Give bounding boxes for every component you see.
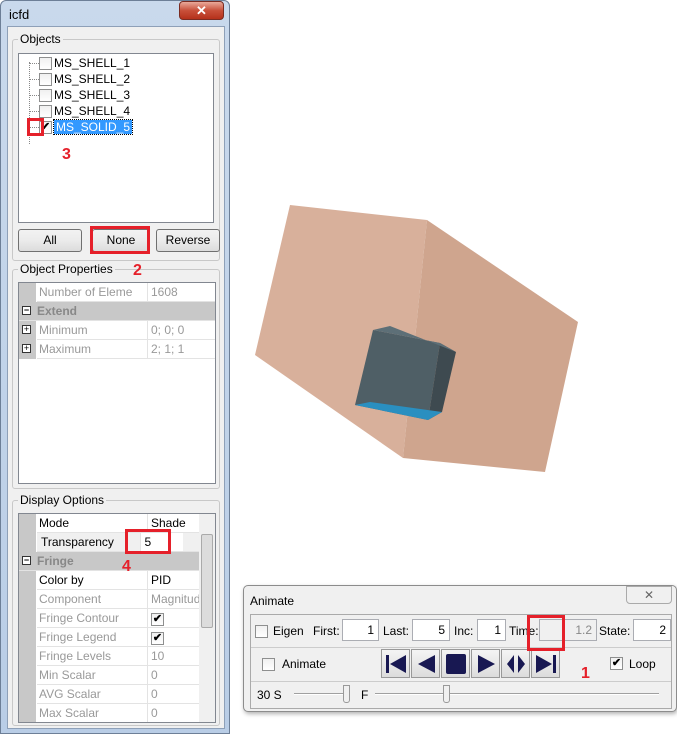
property-row[interactable]: Fringe Contour ✔ (37, 609, 215, 628)
f-label: F (361, 688, 369, 702)
animate-dialog: Animate ✕ Eigen First: 1 Last: 5 Inc: 1 … (243, 585, 677, 712)
speed-slider-thumb[interactable] (343, 685, 350, 703)
property-grid[interactable]: Number of Eleme 1608 − Extend + Minimum 0; 0… (18, 282, 216, 484)
inc-input[interactable]: 1 (477, 619, 506, 641)
display-options-label: Display Options (18, 493, 107, 507)
annotation-box (527, 615, 565, 651)
display-options-group: Display Options ModeShade Transparency5▲… (12, 493, 220, 726)
checkbox[interactable] (39, 56, 52, 70)
annotation-number: 3 (62, 146, 71, 163)
play-backward-button[interactable] (411, 649, 440, 678)
objects-label: Objects (18, 32, 63, 46)
close-button[interactable]: ✕ (626, 586, 672, 604)
collapse-icon: − (22, 305, 31, 315)
play-backward-icon (417, 654, 435, 673)
property-row[interactable]: Component Magnitude (37, 590, 215, 609)
3d-viewport[interactable] (230, 0, 677, 580)
property-row[interactable]: AVG Scalar 0 (37, 685, 215, 704)
item-label: MS_SHELL_2 (54, 72, 131, 86)
property-row[interactable]: Max Scalar 0 (37, 704, 215, 722)
annotation-number: 4 (122, 558, 131, 575)
tree-item[interactable]: MS_SHELL_3 (39, 87, 130, 103)
property-row[interactable]: Fringe Legend ✔ (37, 628, 215, 647)
frame-slider[interactable] (375, 693, 659, 695)
property-row[interactable]: + Minimum 0; 0; 0 (22, 321, 215, 340)
objects-tree[interactable]: MS_SHELL_1 MS_SHELL_2 MS_SHELL_3 MS_SHEL… (18, 53, 214, 223)
animate-checkbox[interactable] (262, 658, 275, 671)
annotation-box (90, 226, 150, 254)
frame-slider-thumb[interactable] (443, 685, 450, 703)
window-title: icfd (9, 7, 30, 22)
bounce-icon (506, 654, 525, 673)
checkbox-checked[interactable]: ✔ (151, 632, 164, 645)
expand-icon[interactable]: + (22, 344, 31, 353)
property-category[interactable]: − Extend (19, 302, 215, 321)
bounce-button[interactable] (501, 649, 530, 678)
animate-title: Animate (250, 594, 295, 608)
checkbox[interactable] (39, 104, 52, 118)
window-client: Objects MS_SHELL_1 MS_SHELL_2 MS_SHELL_3… (7, 26, 225, 729)
property-row[interactable]: Number of Eleme 1608 (37, 283, 215, 302)
eigen-checkbox[interactable] (255, 625, 268, 638)
item-label: MS_SHELL_3 (54, 88, 131, 102)
item-label: MS_SHELL_1 (54, 56, 131, 70)
tree-item[interactable]: MS_SHELL_1 (39, 55, 130, 71)
stop-icon (445, 653, 466, 674)
loop-label: Loop (629, 657, 656, 671)
expand-icon[interactable]: + (22, 325, 31, 334)
checkbox[interactable] (39, 88, 52, 102)
tree-item[interactable]: MS_SHELL_2 (39, 71, 130, 87)
property-row[interactable]: + Maximum 2; 1; 1 (22, 340, 215, 359)
objects-group: Objects MS_SHELL_1 MS_SHELL_2 MS_SHELL_3… (12, 32, 220, 261)
close-button[interactable]: ✕ (179, 1, 224, 20)
inc-label: Inc: (454, 624, 474, 638)
icfd-window: icfd ✕ Objects MS_SHELL_1 MS_SHELL_2 MS_… (0, 0, 230, 734)
last-frame-button[interactable] (531, 649, 560, 678)
annotation-box (125, 529, 171, 554)
first-input[interactable]: 1 (342, 619, 379, 641)
tree-item[interactable]: MS_SHELL_4 (39, 103, 130, 119)
speed-label: 30 S (257, 688, 282, 702)
annotation-number: 2 (133, 262, 142, 279)
animate-label: Animate (282, 657, 327, 671)
display-grid[interactable]: ModeShade Transparency5▲▼ −Fringe Color … (18, 513, 216, 723)
state-label: State: (599, 624, 631, 638)
scrollbar-thumb[interactable] (201, 534, 213, 628)
annotation-box (27, 118, 44, 136)
reverse-button[interactable]: Reverse (156, 229, 220, 252)
loop-checkbox[interactable]: ✔ (610, 657, 623, 670)
play-forward-button[interactable] (471, 649, 500, 678)
item-label: MS_SOLID_5 (52, 119, 134, 135)
play-icon (477, 654, 495, 673)
tree-item-selected[interactable]: ✔ MS_SOLID_5 (39, 119, 134, 135)
property-category[interactable]: − Fringe (19, 552, 199, 571)
scrollbar[interactable] (199, 514, 215, 722)
state-input[interactable]: 2 (633, 619, 671, 641)
property-row[interactable]: Fringe Levels 10 (37, 647, 215, 666)
skip-to-start-icon (385, 654, 406, 673)
stop-button[interactable] (441, 649, 470, 678)
item-label: MS_SHELL_4 (54, 104, 131, 118)
all-button[interactable]: All (18, 229, 82, 252)
collapse-icon: − (22, 555, 31, 565)
object-properties-label: Object Properties (18, 262, 115, 276)
property-row[interactable]: Min Scalar 0 (37, 666, 215, 685)
skip-to-end-icon (535, 654, 556, 673)
eigen-label: Eigen (273, 624, 304, 638)
object-properties-group: Object Properties 2 Number of Eleme 1608 … (12, 262, 220, 489)
first-frame-button[interactable] (381, 649, 410, 678)
last-label: Last: (383, 624, 410, 638)
checkbox[interactable] (39, 72, 52, 86)
first-label: First: (313, 624, 340, 638)
speed-slider[interactable] (294, 693, 349, 695)
animate-panel: Eigen First: 1 Last: 5 Inc: 1 Time: 1.2 … (250, 614, 672, 709)
checkbox-checked[interactable]: ✔ (151, 613, 164, 626)
last-input[interactable]: 5 (412, 619, 450, 641)
